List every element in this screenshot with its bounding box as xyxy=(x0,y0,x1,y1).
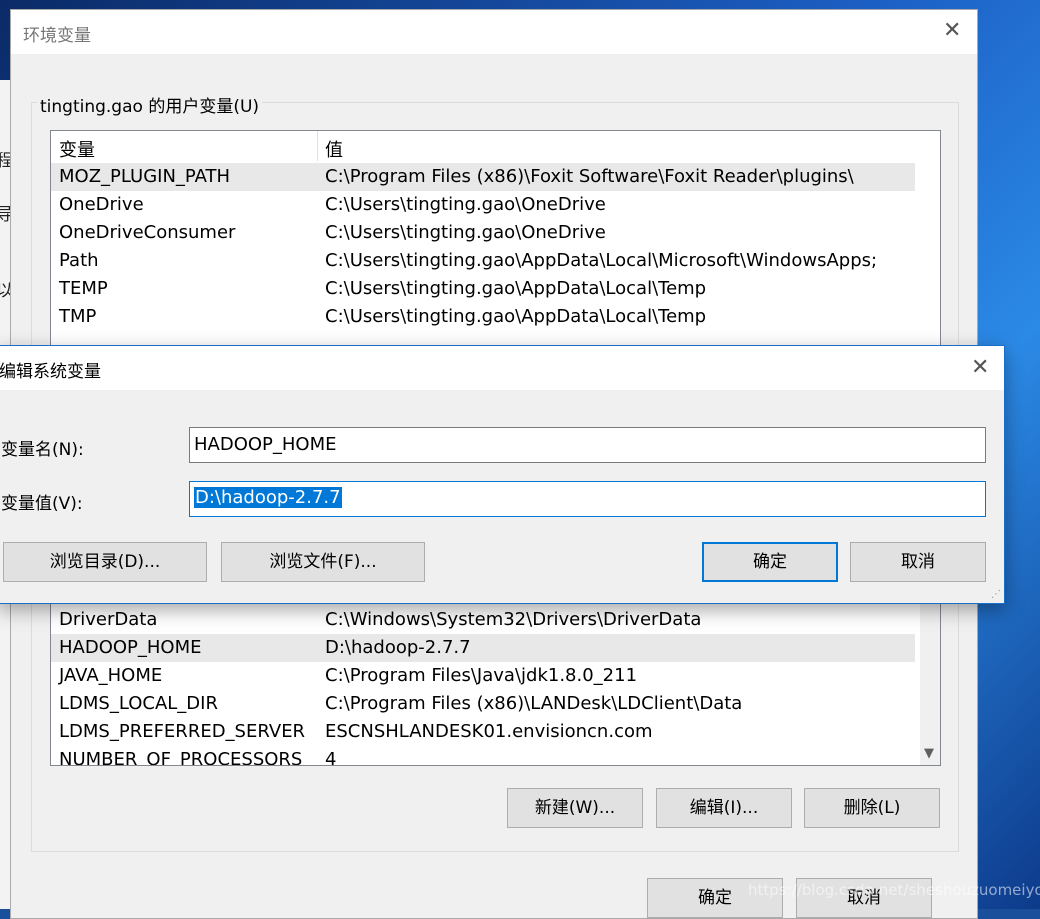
table-row[interactable]: OneDriveConsumer C:\Users\tingting.gao\O… xyxy=(51,219,915,247)
variable-name: DriverData xyxy=(59,609,158,630)
variable-value: C:\Users\tingting.gao\AppData\Local\Temp xyxy=(325,278,707,299)
scroll-down-icon[interactable]: ▼ xyxy=(924,746,934,761)
table-row[interactable]: MOZ_PLUGIN_PATH C:\Program Files (x86)\F… xyxy=(51,163,915,191)
dialog-ok-button[interactable]: 确定 xyxy=(702,542,838,582)
list-header: 变量 值 xyxy=(51,131,915,161)
column-header-value[interactable]: 值 xyxy=(325,136,343,162)
variable-value: C:\Program Files (x86)\LANDesk\LDClient\… xyxy=(325,693,743,714)
variable-name: LDMS_PREFERRED_SERVER xyxy=(59,721,306,742)
table-row[interactable]: JAVA_HOME C:\Program Files\Java\jdk1.8.0… xyxy=(51,662,915,690)
variable-name: OneDriveConsumer xyxy=(59,222,236,243)
edit-variable-button[interactable]: 编辑(I)... xyxy=(656,788,792,828)
table-row[interactable]: Path C:\Users\tingting.gao\AppData\Local… xyxy=(51,247,915,275)
variable-value: 4 xyxy=(325,749,337,766)
window-title: 环境变量 xyxy=(23,26,91,46)
variable-name: LDMS_LOCAL_DIR xyxy=(59,693,218,714)
dialog-title-bar: 编辑系统变量 ✕ xyxy=(0,346,1004,390)
variable-name: MOZ_PLUGIN_PATH xyxy=(59,166,231,187)
dialog-cancel-button[interactable]: 取消 xyxy=(850,542,986,582)
variable-value: C:\Users\tingting.gao\AppData\Local\Temp xyxy=(325,306,707,327)
variable-value-label: 变量值(V): xyxy=(1,494,83,514)
table-row[interactable]: TEMP C:\Users\tingting.gao\AppData\Local… xyxy=(51,275,915,303)
table-row[interactable]: LDMS_LOCAL_DIR C:\Program Files (x86)\LA… xyxy=(51,690,915,718)
variable-name: HADOOP_HOME xyxy=(59,637,202,658)
column-divider[interactable] xyxy=(317,131,318,161)
variable-value: C:\Users\tingting.gao\OneDrive xyxy=(325,194,606,215)
user-variables-label: tingting.gao 的用户变量(U) xyxy=(37,92,263,117)
edit-system-variable-dialog: 编辑系统变量 ✕ 变量名(N): HADOOP_HOME 变量值(V): D:\… xyxy=(0,345,1005,604)
variable-value: C:\Program Files (x86)\Foxit Software\Fo… xyxy=(325,166,854,187)
variable-value: C:\Program Files\Java\jdk1.8.0_211 xyxy=(325,665,638,686)
variable-name-text: HADOOP_HOME xyxy=(194,434,337,455)
table-row[interactable]: NUMBER_OF_PROCESSORS 4 xyxy=(51,746,915,766)
dialog-title: 编辑系统变量 xyxy=(0,362,101,382)
table-row[interactable]: LDMS_PREFERRED_SERVER ESCNSHLANDESK01.en… xyxy=(51,718,915,746)
resize-grip-icon[interactable]: ⋰ xyxy=(991,589,1001,600)
variable-name: NUMBER_OF_PROCESSORS xyxy=(59,749,303,766)
delete-variable-button[interactable]: 删除(L) xyxy=(804,788,940,828)
user-variables-list[interactable]: 变量 值 MOZ_PLUGIN_PATH C:\Program Files (x… xyxy=(50,130,941,350)
browse-directory-button[interactable]: 浏览目录(D)... xyxy=(3,542,207,582)
variable-value: C:\Windows\System32\Drivers\DriverData xyxy=(325,609,702,630)
variable-value: D:\hadoop-2.7.7 xyxy=(325,637,471,658)
table-row[interactable]: OneDrive C:\Users\tingting.gao\OneDrive xyxy=(51,191,915,219)
table-row[interactable]: TMP C:\Users\tingting.gao\AppData\Local\… xyxy=(51,303,915,331)
close-icon[interactable]: ✕ xyxy=(971,355,989,380)
close-icon[interactable]: ✕ xyxy=(943,18,961,43)
variable-value: C:\Users\tingting.gao\AppData\Local\Micr… xyxy=(325,250,878,271)
variable-value-input[interactable]: D:\hadoop-2.7.7 xyxy=(189,481,986,517)
title-bar: 环境变量 ✕ xyxy=(11,10,977,54)
new-variable-button[interactable]: 新建(W)... xyxy=(507,788,643,828)
table-row[interactable]: HADOOP_HOME D:\hadoop-2.7.7 xyxy=(51,634,915,662)
browse-file-button[interactable]: 浏览文件(F)... xyxy=(221,542,425,582)
variable-name: TEMP xyxy=(59,278,108,299)
variable-value: C:\Users\tingting.gao\OneDrive xyxy=(325,222,606,243)
column-header-variable[interactable]: 变量 xyxy=(59,136,95,162)
variable-name-input[interactable]: HADOOP_HOME xyxy=(189,427,986,463)
variable-name: OneDrive xyxy=(59,194,144,215)
table-row[interactable]: DriverData C:\Windows\System32\Drivers\D… xyxy=(51,606,915,634)
variable-value-text: D:\hadoop-2.7.7 xyxy=(194,487,342,508)
variable-name-label: 变量名(N): xyxy=(1,440,84,460)
watermark: https://blog.csdn.net/sheshouzuomeiyou xyxy=(748,881,1040,899)
variable-name: Path xyxy=(59,250,99,271)
variable-value: ESCNSHLANDESK01.envisioncn.com xyxy=(325,721,653,742)
variable-name: TMP xyxy=(59,306,97,327)
variable-name: JAVA_HOME xyxy=(59,665,163,686)
